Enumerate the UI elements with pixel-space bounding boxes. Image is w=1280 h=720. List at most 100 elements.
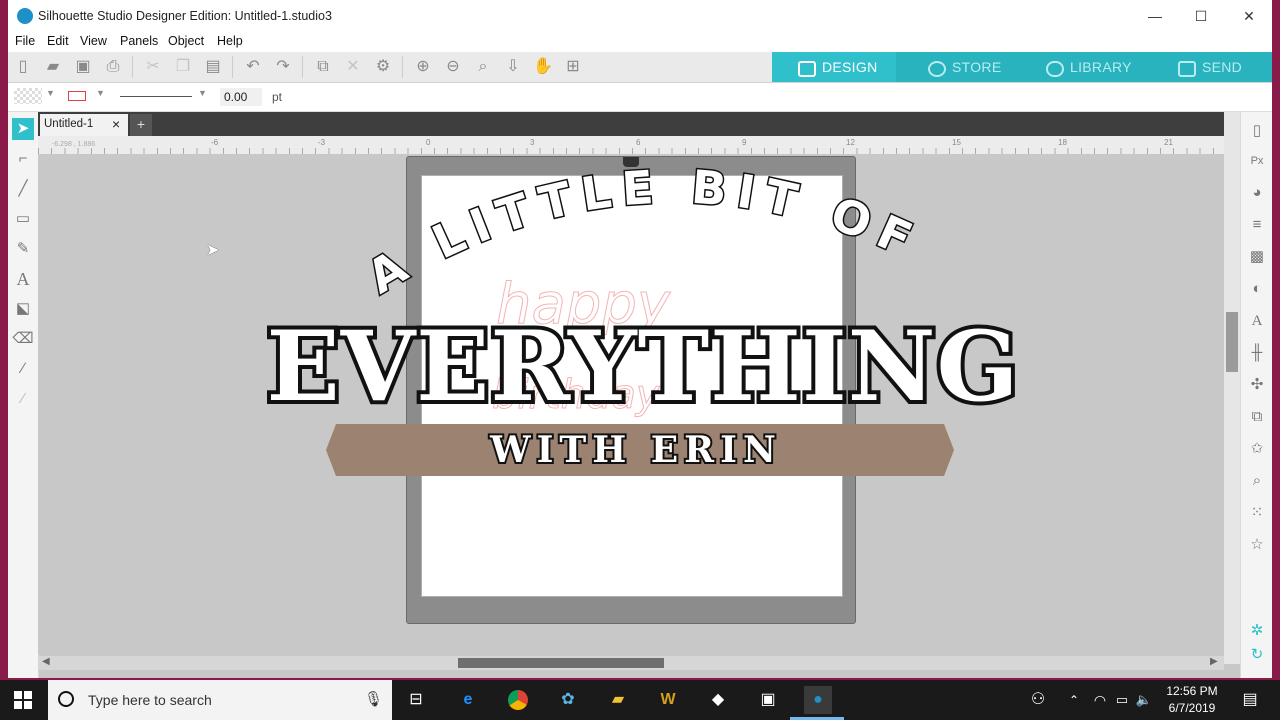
pixscan-icon[interactable]: Px — [1246, 150, 1268, 172]
fit-to-page-icon[interactable]: ⇩ — [502, 56, 524, 78]
minimize-button[interactable]: — — [1132, 0, 1178, 32]
line-width-input[interactable]: 0.00 — [220, 88, 262, 106]
offset-icon[interactable]: ✩ — [1246, 438, 1268, 460]
vertical-scrollbar[interactable] — [1224, 112, 1240, 664]
line-color-dropdown-icon[interactable]: ▼ — [96, 88, 105, 98]
microphone-icon[interactable]: 🎙 — [364, 690, 383, 708]
silhouette-studio-taskbar-icon[interactable]: ● — [804, 686, 832, 714]
windows-start-icon[interactable] — [14, 691, 32, 709]
tab-library[interactable]: LIBRARY — [1020, 52, 1152, 82]
tab-design[interactable]: DESIGN — [772, 52, 896, 82]
task-view-icon[interactable]: ⊟ — [402, 686, 430, 714]
show-hidden-icons[interactable]: ⌃ — [1060, 686, 1088, 714]
wow-icon[interactable]: W — [654, 686, 682, 714]
select-all-icon[interactable]: ⚙ — [372, 56, 394, 78]
zoom-in-icon[interactable]: ⊕ — [412, 56, 434, 78]
notifications-icon[interactable]: ▤ — [1236, 686, 1264, 714]
horizontal-scroll-thumb[interactable] — [458, 658, 664, 668]
add-document-tab-button[interactable]: + — [130, 114, 152, 136]
line-style-dropdown-icon[interactable]: ▼ — [198, 88, 207, 98]
copy-icon[interactable]: ❐ — [172, 56, 194, 78]
align-icon[interactable]: ╫ — [1246, 342, 1268, 364]
select-pointer-icon[interactable]: ➤ — [12, 118, 34, 140]
fill-dropdown-icon[interactable]: ▼ — [46, 88, 55, 98]
tab-send[interactable]: SEND — [1152, 52, 1272, 82]
print-icon[interactable]: ⎙ — [102, 56, 124, 78]
volume-icon[interactable]: 🔈 — [1130, 686, 1158, 714]
document-tab[interactable]: Untitled-1 × — [40, 114, 128, 136]
editor-app-icon[interactable]: ◆ — [704, 686, 732, 714]
save-icon[interactable]: ▣ — [72, 56, 94, 78]
pen-tool-icon[interactable]: ✎ — [12, 238, 34, 260]
menu-view[interactable]: View — [80, 34, 107, 48]
zoom-select-icon[interactable]: ⌕ — [472, 56, 494, 78]
silhouette-s-icon — [928, 61, 946, 77]
modify-icon[interactable]: ⧉ — [1246, 406, 1268, 428]
grid-icon — [798, 61, 816, 77]
replicate-icon[interactable]: ✣ — [1246, 374, 1268, 396]
cloud-icon — [1046, 61, 1064, 77]
media-app-icon[interactable]: ▣ — [754, 686, 782, 714]
redo-icon[interactable]: ↷ — [272, 56, 294, 78]
maximize-button[interactable]: ☐ — [1178, 0, 1224, 32]
menu-object[interactable]: Object — [168, 34, 204, 48]
eyedropper-tool-icon[interactable]: ⁄ — [12, 388, 34, 410]
rhinestone-icon[interactable]: ⁙ — [1246, 502, 1268, 524]
file-explorer-icon[interactable]: ▰ — [604, 686, 632, 714]
scroll-left-icon[interactable]: ◀ — [42, 656, 50, 667]
paste-icon[interactable]: ▤ — [202, 56, 224, 78]
title-bar[interactable]: Silhouette Studio Designer Edition: Unti… — [8, 0, 1272, 32]
people-icon[interactable]: ⚇ — [1024, 686, 1052, 714]
library-star-icon[interactable]: ☆ — [1246, 534, 1268, 556]
taskbar-search-box[interactable]: Type here to search 🎙 — [48, 680, 392, 720]
ruler-label: 0 — [426, 138, 431, 147]
open-folder-icon[interactable]: ▰ — [42, 56, 64, 78]
trace-icon[interactable]: ⌕ — [1246, 470, 1268, 492]
pan-hand-icon[interactable]: ✋ — [532, 56, 554, 78]
undo-icon[interactable]: ↶ — [242, 56, 264, 78]
fill-tool-icon[interactable]: ⬕ — [12, 298, 34, 320]
app-icon[interactable]: ✿ — [554, 686, 582, 714]
clock[interactable]: 12:56 PM 6/7/2019 — [1160, 684, 1224, 715]
cut-icon[interactable]: ✂ — [142, 56, 164, 78]
zoom-out-icon[interactable]: ⊖ — [442, 56, 464, 78]
document-tab-label: Untitled-1 — [44, 118, 94, 130]
transparency-icon[interactable]: ◐ — [1246, 278, 1268, 300]
eraser-tool-icon[interactable]: ⌫ — [12, 328, 34, 350]
scroll-right-icon[interactable]: ▶ — [1210, 656, 1218, 667]
fill-swatch[interactable] — [14, 88, 42, 104]
add-page-icon[interactable]: ⊞ — [562, 56, 584, 78]
menu-file[interactable]: File — [15, 34, 35, 48]
window-title: Silhouette Studio Designer Edition: Unti… — [38, 9, 332, 23]
line-style-icon[interactable]: ≡ — [1246, 214, 1268, 236]
close-button[interactable]: ✕ — [1226, 0, 1272, 32]
group-icon[interactable]: ⧉ — [312, 56, 334, 78]
text-style-icon[interactable]: A — [1246, 310, 1268, 332]
line-tool-icon[interactable]: ╱ — [12, 178, 34, 200]
chrome-icon[interactable] — [504, 686, 532, 714]
new-file-icon[interactable]: ▯ — [12, 56, 34, 78]
ungroup-icon[interactable]: ✕ — [342, 56, 364, 78]
ruler-label: 18 — [1058, 138, 1067, 147]
line-color-swatch[interactable] — [68, 91, 86, 101]
settings-gear-icon[interactable]: ✲ — [1246, 620, 1268, 642]
menu-edit[interactable]: Edit — [47, 34, 69, 48]
tab-store[interactable]: STORE — [896, 52, 1020, 82]
knife-tool-icon[interactable]: ∕ — [12, 358, 34, 380]
edge-browser-icon[interactable]: e — [454, 686, 482, 714]
edit-points-icon[interactable]: ⌐ — [12, 148, 34, 170]
menu-panels[interactable]: Panels — [120, 34, 158, 48]
vertical-scroll-thumb[interactable] — [1226, 312, 1238, 372]
fill-pattern-icon[interactable]: ▩ — [1246, 246, 1268, 268]
separator — [402, 56, 403, 78]
text-tool-icon[interactable]: A — [12, 268, 34, 290]
document-tab-close-icon[interactable]: × — [112, 116, 120, 132]
menu-help[interactable]: Help — [217, 34, 243, 48]
rectangle-tool-icon[interactable]: ▭ — [12, 208, 34, 230]
line-style-preview[interactable] — [120, 96, 192, 97]
refresh-icon[interactable]: ↻ — [1246, 644, 1268, 666]
fill-color-icon[interactable]: ◕ — [1246, 182, 1268, 204]
ruler-label: -6 — [211, 138, 219, 147]
page-setup-icon[interactable]: ▯ — [1246, 120, 1268, 142]
horizontal-scrollbar[interactable]: ◀ ▶ — [38, 656, 1224, 670]
